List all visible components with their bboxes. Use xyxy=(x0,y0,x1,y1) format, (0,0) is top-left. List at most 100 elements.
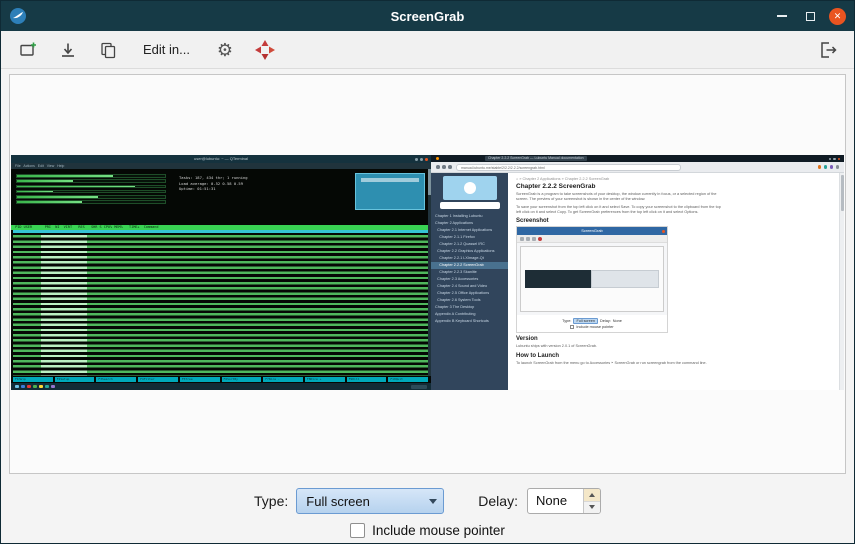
thumb-panel-app-icon xyxy=(33,385,37,389)
screenshot-preview[interactable]: user@lubuntu: ~ — QTerminal File Actions… xyxy=(11,155,844,390)
capture-options: Type: Full screen Delay: None Include mo… xyxy=(1,474,854,538)
thumb-htop-stats: Tasks: 187, 434 thr; 1 runningLoad avera… xyxy=(179,175,248,192)
window-title: ScreenGrab xyxy=(1,9,854,24)
thumb-urlbar: manual.lubuntu.me/stable/2/2.2/2.2.2/scr… xyxy=(456,164,681,171)
thumb-doc-page-title: Chapter 2.2.2 ScreenGrab xyxy=(516,183,833,190)
window-controls: ✕ xyxy=(773,7,846,25)
minimize-button[interactable] xyxy=(773,7,791,25)
thumb-browser-tab: Chapter 2.2.2 ScreenGrab — Lubuntu Manua… xyxy=(485,156,587,161)
thumb-doc-nav-item: Chapter 2.2.3 Skanlite xyxy=(431,269,508,276)
delay-value: None xyxy=(528,489,583,513)
thumb-doc-nav-item: Chapter 2.2.1 LXImage-Qt xyxy=(431,255,508,262)
thumb-htop-fkey: F6SortBy xyxy=(222,377,262,382)
type-combobox[interactable]: Full screen xyxy=(296,488,444,514)
thumb-doc-page: ⌂ » Chapter 2 Applications » Chapter 2.2… xyxy=(508,173,839,390)
thumb-embedded-delay-value: None xyxy=(613,319,622,323)
delay-label: Delay: xyxy=(478,493,518,509)
thumb-embedded-pointer-label: Include mouse pointer xyxy=(576,325,613,329)
thumb-doc-nav-item: Chapter 3 The Desktop xyxy=(431,304,508,311)
thumb-doc-nav-item: Chapter 2.1 Internet Applications xyxy=(431,227,508,234)
thumb-embedded-delay-label: Delay: xyxy=(600,319,611,323)
thumb-embedded-preview-area xyxy=(517,243,667,315)
titlebar[interactable]: ScreenGrab ✕ xyxy=(1,1,854,31)
save-button[interactable] xyxy=(53,36,83,64)
thumb-doc-breadcrumb: ⌂ » Chapter 2 Applications » Chapter 2.2… xyxy=(516,177,833,181)
thumb-doc-nav-item: Chapter 2.5 Office Applications xyxy=(431,290,508,297)
maximize-icon xyxy=(806,12,815,21)
thumb-htop-fkey: F7Nice - xyxy=(263,377,303,382)
maximize-button[interactable] xyxy=(801,7,819,25)
type-label: Type: xyxy=(254,493,288,509)
copy-icon xyxy=(98,40,118,60)
settings-button[interactable]: ⚙ xyxy=(210,36,240,64)
exit-door-icon xyxy=(817,40,837,60)
edit-in-button[interactable]: Edit in... xyxy=(133,37,200,62)
thumb-forward-icon xyxy=(442,165,446,169)
thumb-doc-nav-item: Chapter 2.2 Graphics Applications xyxy=(431,248,508,255)
thumb-doc-nav-item: Chapter 2.1.2 Quassel IRC xyxy=(431,241,508,248)
save-download-icon xyxy=(58,40,78,60)
preview-area: user@lubuntu: ~ — QTerminal File Actions… xyxy=(9,74,846,474)
thumb-panel-clock xyxy=(411,385,427,389)
gear-icon: ⚙ xyxy=(217,41,233,59)
thumb-htop-process-rows xyxy=(13,230,428,376)
thumb-terminal-titlebar: user@lubuntu: ~ — QTerminal xyxy=(11,155,431,163)
spin-down-button[interactable] xyxy=(584,502,600,514)
copy-button[interactable] xyxy=(93,36,123,64)
quit-button[interactable] xyxy=(812,36,842,64)
thumb-extension-icon xyxy=(830,165,834,169)
thumb-htop-stat-line: Uptime: 01:51:31 xyxy=(179,186,248,192)
thumb-doc-nav: Chapter 1 Installing LubuntuChapter 2 Ap… xyxy=(431,213,508,325)
thumb-doc-sidebar: Chapter 1 Installing LubuntuChapter 2 Ap… xyxy=(431,173,508,390)
spin-up-button[interactable] xyxy=(584,489,600,502)
thumb-doc-nav-item: Chapter 2.1.1 Firefox xyxy=(431,234,508,241)
thumb-panel-menu-icon xyxy=(15,385,19,389)
thumb-htop-body: Tasks: 187, 434 thr; 1 runningLoad avera… xyxy=(11,169,431,383)
thumb-doc-heading-version: Version xyxy=(516,336,833,342)
minimize-icon xyxy=(777,15,787,17)
thumb-htop-stat-line: Tasks: 187, 434 thr; 1 running xyxy=(179,175,248,181)
thumb-embedded-type-combo: Full screen xyxy=(573,318,598,324)
chevron-down-icon xyxy=(423,494,443,508)
thumb-browser-toolbar: manual.lubuntu.me/stable/2/2.2/2.2.2/scr… xyxy=(431,162,844,173)
thumb-back-icon xyxy=(436,165,440,169)
thumb-panel-app-icon xyxy=(27,385,31,389)
thumb-doc-paragraph: To launch ScreenGrab from the menu go to… xyxy=(516,361,721,366)
screengrab-logo-button[interactable] xyxy=(250,36,280,64)
thumb-desktop-panel xyxy=(11,383,431,390)
thumb-doc-nav-item: Chapter 2 Applications xyxy=(431,220,508,227)
delay-spinbox[interactable]: None xyxy=(527,488,601,514)
thumb-terminal-window-buttons xyxy=(415,158,428,161)
include-pointer-checkbox[interactable] xyxy=(350,523,365,538)
arrow-down-icon xyxy=(589,505,595,512)
thumb-reload-icon xyxy=(448,165,452,169)
thumb-terminal-window: user@lubuntu: ~ — QTerminal File Actions… xyxy=(11,155,431,390)
pointer-row: Include mouse pointer xyxy=(1,523,854,538)
close-button[interactable]: ✕ xyxy=(829,8,846,25)
thumb-htop-fkey: F8Nice + xyxy=(305,377,345,382)
thumb-doc-nav-item: Appendix A Contributing xyxy=(431,311,508,318)
thumb-doc-nav-item: Chapter 2.6 System Tools xyxy=(431,297,508,304)
thumb-doc-nav-item: Chapter 1 Installing Lubuntu xyxy=(431,213,508,220)
thumb-doc-heading-screenshot: Screenshot xyxy=(516,218,833,224)
thumb-panel-app-icon xyxy=(45,385,49,389)
thumb-htop-function-keys: F1HelpF2SetupF3SearchF4FilterF5TreeF6Sor… xyxy=(13,377,428,382)
thumb-browser-window: Chapter 2.2.2 ScreenGrab — Lubuntu Manua… xyxy=(431,155,844,390)
thumb-doc-search-box xyxy=(440,202,500,209)
thumb-embedded-type-label: Type: xyxy=(562,319,571,323)
thumb-panel-app-icon xyxy=(51,385,55,389)
new-screenshot-button[interactable] xyxy=(13,36,43,64)
thumb-doc-nav-item: Chapter 2.3 Accessories xyxy=(431,276,508,283)
thumb-browser-window-buttons xyxy=(829,158,841,161)
thumb-doc-nav-item: Chapter 2.4 Sound and Video xyxy=(431,283,508,290)
thumb-htop-cpu-meters xyxy=(16,174,166,206)
thumb-panel-app-icon xyxy=(21,385,25,389)
thumb-browser-content: Chapter 1 Installing LubuntuChapter 2 Ap… xyxy=(431,173,844,390)
include-pointer-label[interactable]: Include mouse pointer xyxy=(372,523,505,538)
thumb-terminal-scrollbar xyxy=(428,169,431,376)
thumb-doc-nav-item: Chapter 2.2.2 ScreenGrab xyxy=(431,262,508,269)
thumb-terminal-title: user@lubuntu: ~ — QTerminal xyxy=(11,155,431,163)
thumb-extension-icon xyxy=(824,165,828,169)
type-value: Full screen xyxy=(297,494,423,509)
thumb-doc-paragraph: ScreenGrab is a program to take screensh… xyxy=(516,192,721,203)
